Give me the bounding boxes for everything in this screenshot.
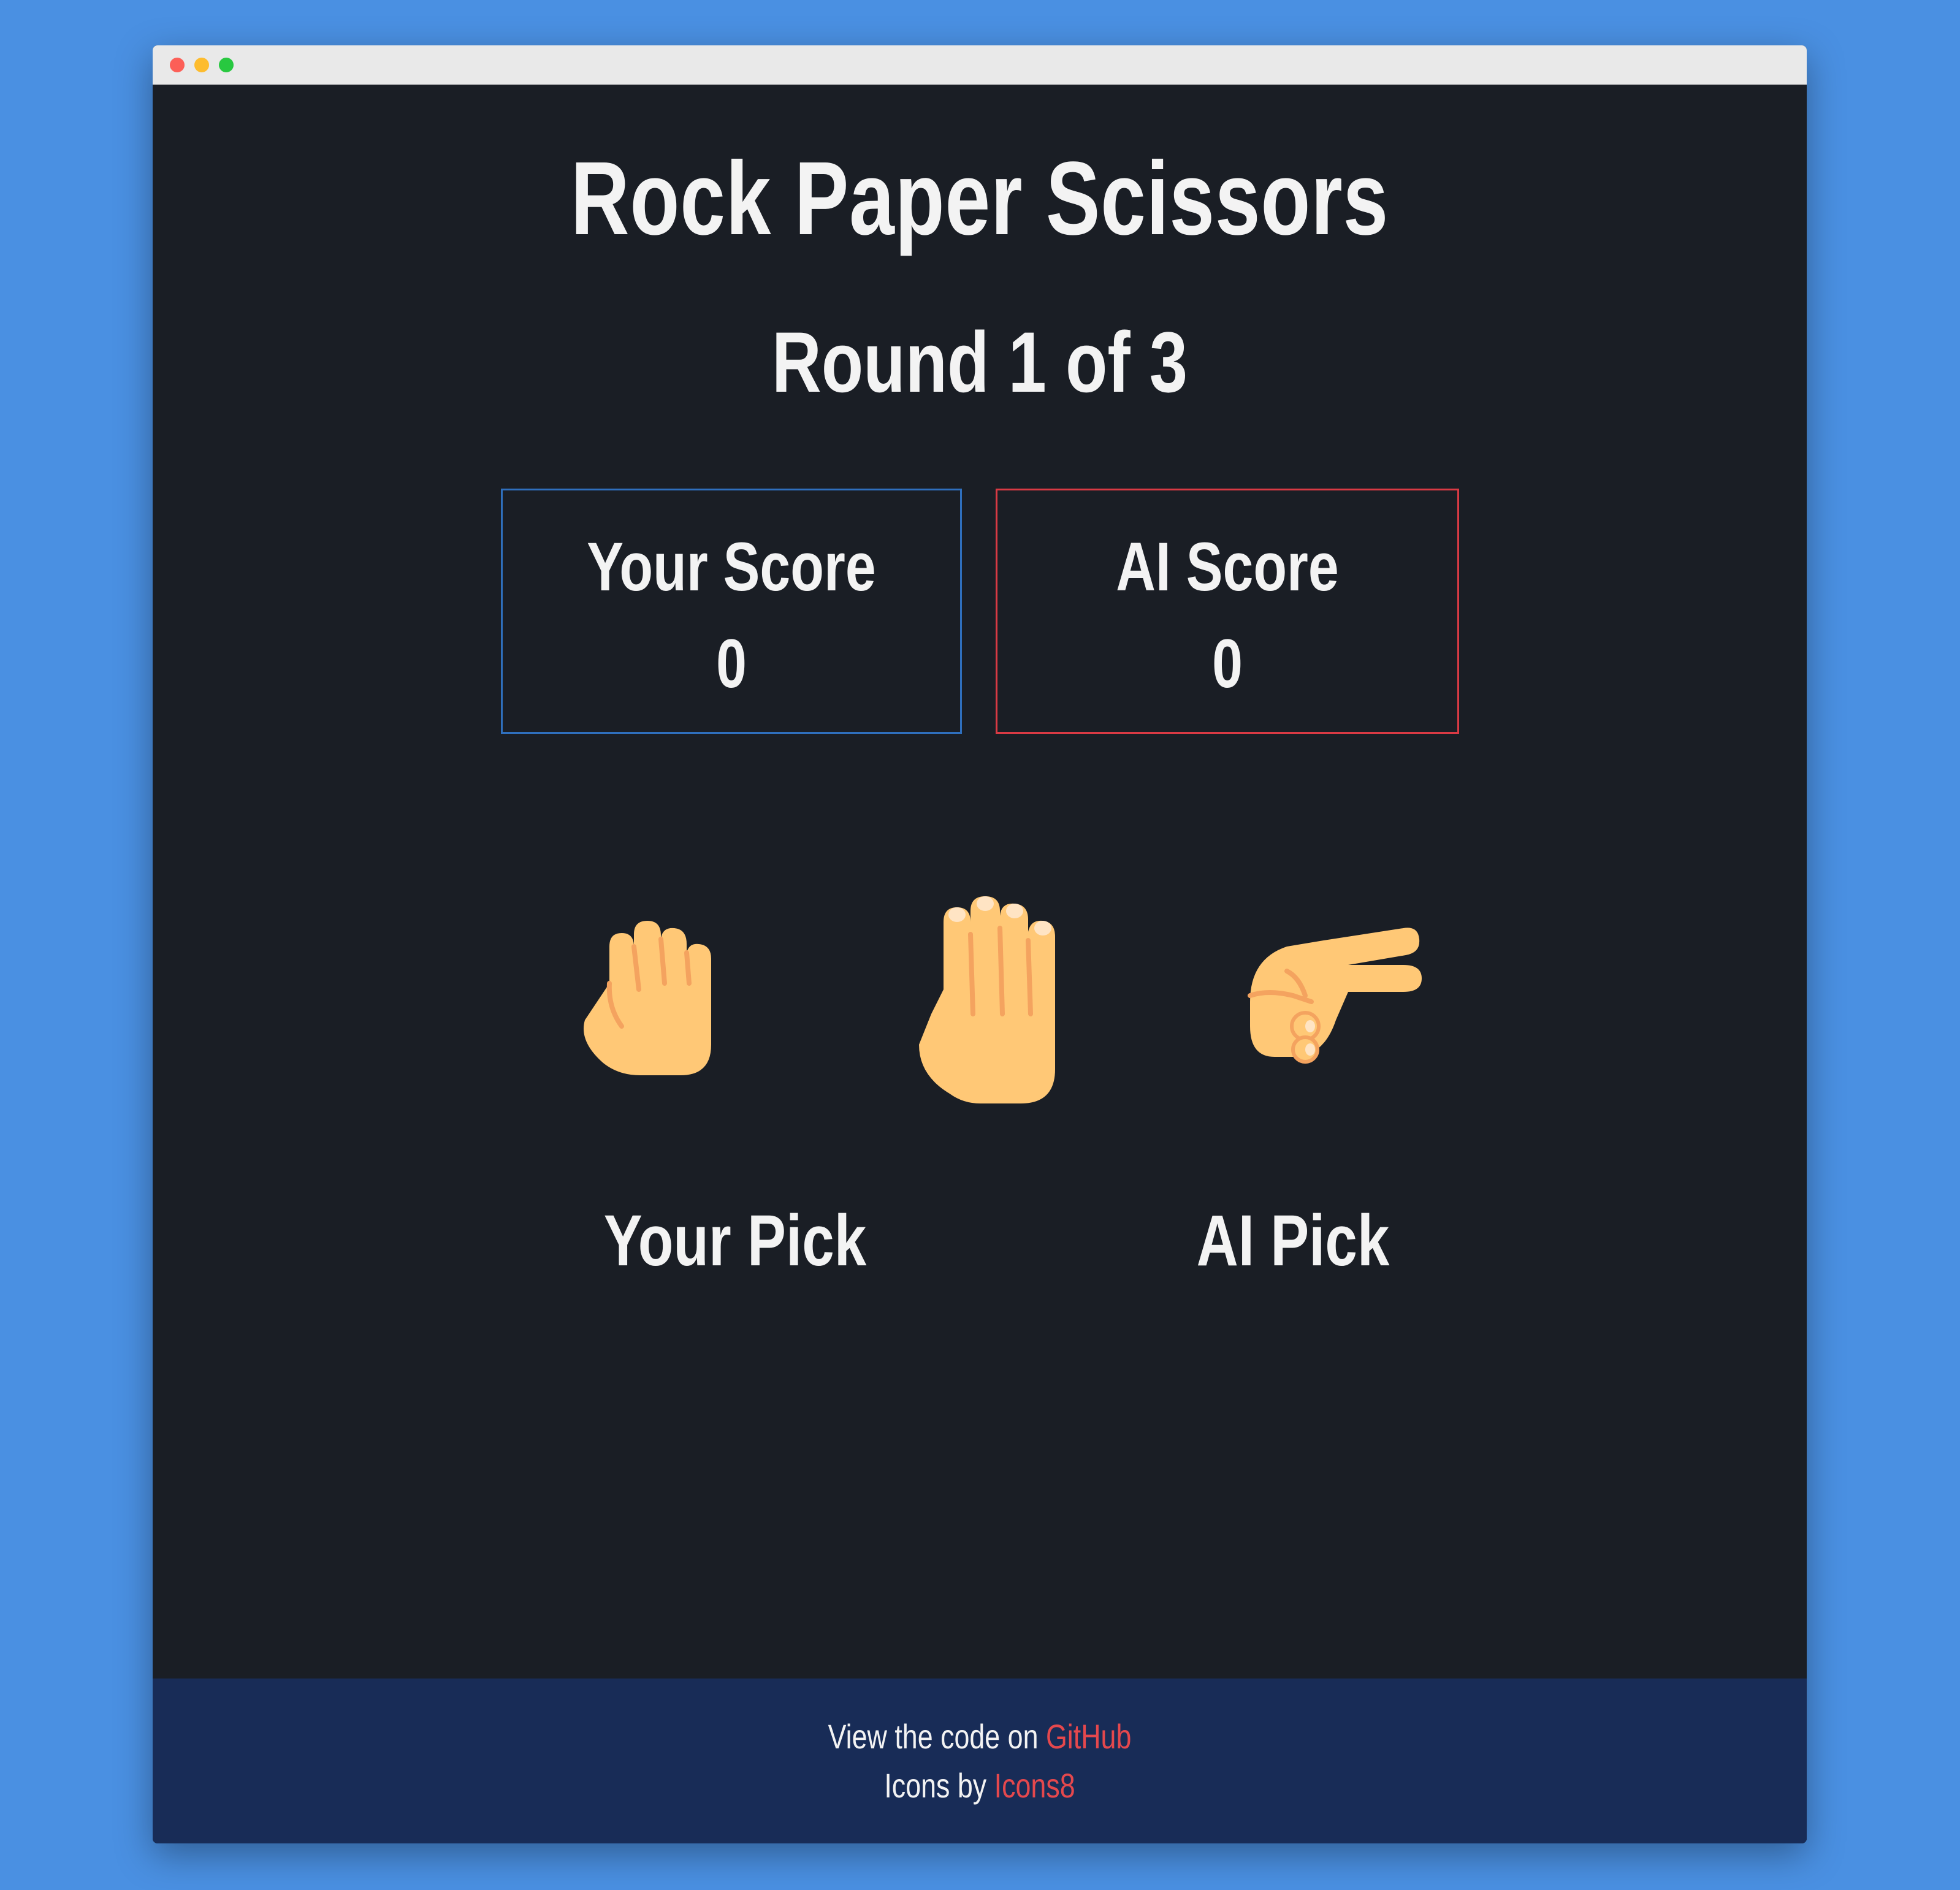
footer-code-line: View the code on GitHub — [318, 1715, 1641, 1758]
player-pick-label: Your Pick — [603, 1200, 867, 1281]
close-window-button[interactable] — [170, 58, 185, 72]
ai-score-label: AI Score — [1116, 528, 1339, 605]
player-score-value: 0 — [716, 625, 747, 702]
round-indicator: Round 1 of 3 — [771, 314, 1188, 410]
footer-code-text: View the code on — [828, 1717, 1039, 1756]
browser-window: Rock Paper Scissors Round 1 of 3 Your Sc… — [153, 45, 1807, 1843]
rock-choice-button[interactable] — [573, 910, 732, 1094]
footer-icons-line: Icons by Icons8 — [318, 1764, 1641, 1807]
player-score-card: Your Score 0 — [501, 489, 962, 734]
window-titlebar — [153, 45, 1807, 85]
icons8-link[interactable]: Icons8 — [994, 1766, 1075, 1805]
ai-score-value: 0 — [1212, 625, 1243, 702]
page-title: Rock Paper Scissors — [570, 140, 1389, 257]
minimize-window-button[interactable] — [194, 58, 209, 72]
player-score-label: Your Score — [587, 528, 876, 605]
ai-score-card: AI Score 0 — [996, 489, 1459, 734]
raised-hand-icon — [919, 896, 1055, 1103]
github-link[interactable]: GitHub — [1046, 1717, 1131, 1756]
fist-icon — [584, 921, 711, 1075]
page-footer: View the code on GitHub Icons by Icons8 — [153, 1679, 1807, 1843]
footer-icons-text: Icons by — [884, 1766, 987, 1805]
victory-hand-icon — [1248, 928, 1422, 1064]
ai-pick-label: AI Pick — [1196, 1200, 1390, 1281]
paper-choice-button[interactable] — [907, 891, 1066, 1112]
scissors-choice-button[interactable] — [1232, 904, 1428, 1088]
maximize-window-button[interactable] — [219, 58, 234, 72]
